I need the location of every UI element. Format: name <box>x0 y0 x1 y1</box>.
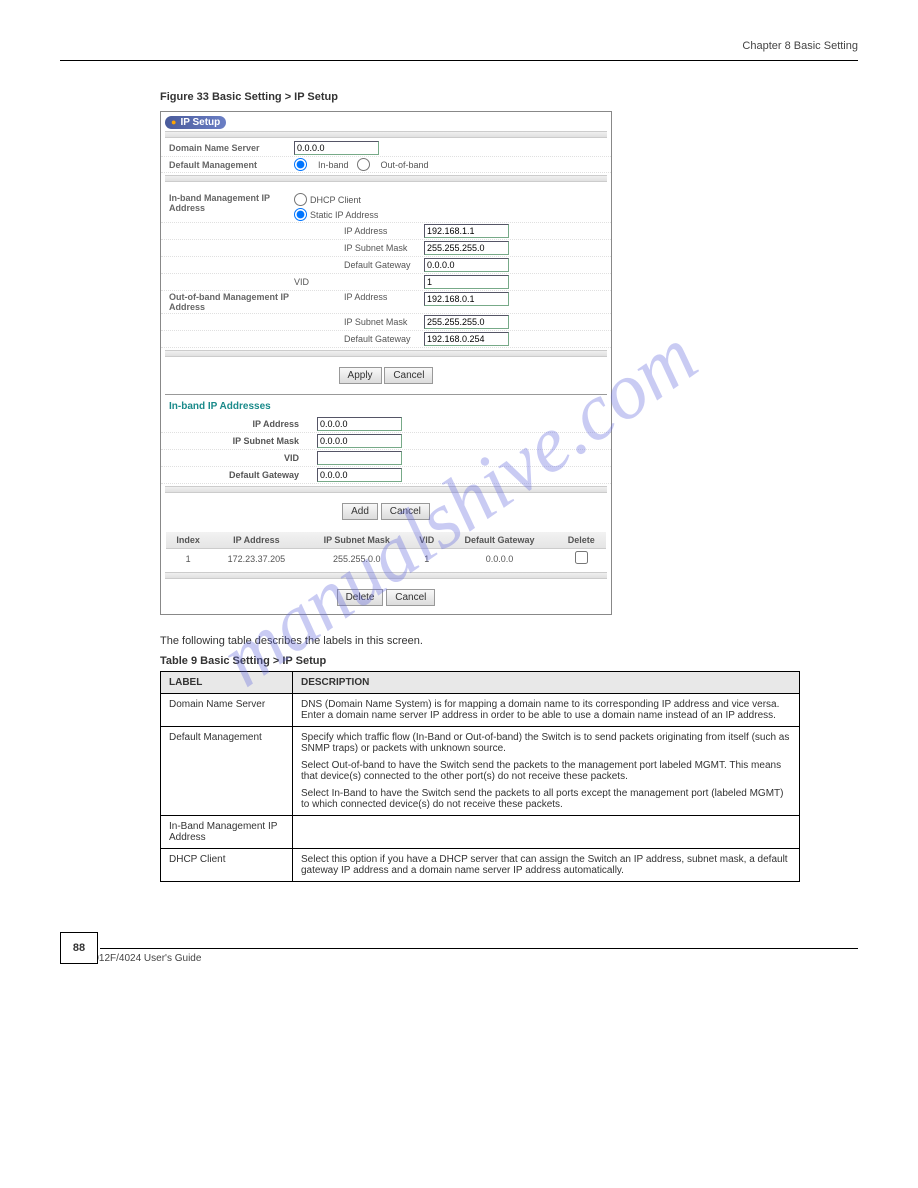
desc-label: In-Band Management IP Address <box>161 816 293 849</box>
desc-label: Domain Name Server <box>161 694 293 727</box>
static-label: Static IP Address <box>310 210 378 220</box>
cell-ip: 172.23.37.205 <box>210 549 302 569</box>
inband-gw-input[interactable] <box>424 258 509 272</box>
section-bar <box>165 486 607 493</box>
cancel-button-3[interactable]: Cancel <box>386 589 435 606</box>
footer-title: GS-4012F/4024 User's Guide <box>70 953 858 964</box>
desc-text: Specify which traffic flow (In-Band or O… <box>293 727 800 816</box>
inband-mask-input[interactable] <box>424 241 509 255</box>
delete-button[interactable]: Delete <box>337 589 384 606</box>
inband-ips-title: In-band IP Addresses <box>161 397 611 416</box>
delete-checkbox[interactable] <box>575 551 588 564</box>
desc-text: DNS (Domain Name System) is for mapping … <box>293 694 800 727</box>
radio-static[interactable] <box>294 208 307 221</box>
gateway-label: Default Gateway <box>294 260 424 270</box>
default-mgmt-label: Default Management <box>169 160 294 170</box>
gw-label-3: Default Gateway <box>169 470 317 480</box>
cell-gw: 0.0.0.0 <box>442 549 556 569</box>
desc-label: DHCP Client <box>161 849 293 882</box>
desc-row: DHCP Client Select this option if you ha… <box>161 849 800 882</box>
outband-mask-input[interactable] <box>424 315 509 329</box>
chapter-header: Chapter 8 Basic Setting <box>60 40 858 61</box>
th-gw: Default Gateway <box>442 532 556 549</box>
th-vid: VID <box>411 532 443 549</box>
add-button[interactable]: Add <box>342 503 378 520</box>
desc-text: Select this option if you have a DHCP se… <box>293 849 800 882</box>
desc-text <box>293 816 800 849</box>
subnet-label: IP Subnet Mask <box>294 243 424 253</box>
cancel-button-2[interactable]: Cancel <box>381 503 430 520</box>
desc-row: In-Band Management IP Address <box>161 816 800 849</box>
desc-p2: Select Out-of-band to have the Switch se… <box>301 760 791 782</box>
panel-title: IP Setup <box>165 116 226 129</box>
figure-caption: Figure 33 Basic Setting > IP Setup <box>160 91 858 103</box>
th-label: LABEL <box>161 672 293 694</box>
page-number: 88 <box>60 932 98 964</box>
section-bar <box>165 175 607 182</box>
cell-mask: 255.255.0.0 <box>303 549 411 569</box>
ip-address-label-2: IP Address <box>294 292 424 302</box>
outband-ip-input[interactable] <box>424 292 509 306</box>
ip-setup-panel: IP Setup Domain Name Server Default Mana… <box>160 111 612 615</box>
vid-label-3: VID <box>169 453 317 463</box>
dhcp-label: DHCP Client <box>310 195 361 205</box>
gw2-input[interactable] <box>317 468 402 482</box>
desc-p3: Select In-Band to have the Switch send t… <box>301 788 791 810</box>
radio-outofband-label: Out-of-band <box>381 160 429 170</box>
subnet-label-2: IP Subnet Mask <box>294 317 424 327</box>
th-mask: IP Subnet Mask <box>303 532 411 549</box>
description-table: LABEL DESCRIPTION Domain Name Server DNS… <box>160 671 800 882</box>
mask2-input[interactable] <box>317 434 402 448</box>
th-delete: Delete <box>556 532 606 549</box>
table-row: 1 172.23.37.205 255.255.0.0 1 0.0.0.0 <box>166 549 606 569</box>
apply-button[interactable]: Apply <box>339 367 382 384</box>
inband-ip-input[interactable] <box>424 224 509 238</box>
th-desc: DESCRIPTION <box>293 672 800 694</box>
table-caption: Table 9 Basic Setting > IP Setup <box>160 655 858 667</box>
dns-label: Domain Name Server <box>169 143 294 153</box>
radio-dhcp[interactable] <box>294 193 307 206</box>
vid-label: VID <box>294 277 424 287</box>
section-bar <box>165 350 607 357</box>
section-bar <box>165 131 607 138</box>
th-ip: IP Address <box>210 532 302 549</box>
vid2-input[interactable] <box>317 451 402 465</box>
ip-label-3: IP Address <box>169 419 317 429</box>
outband-gw-input[interactable] <box>424 332 509 346</box>
section-bar <box>165 572 607 579</box>
cell-index: 1 <box>166 549 210 569</box>
ip-address-label: IP Address <box>294 226 424 236</box>
ip-addresses-table: Index IP Address IP Subnet Mask VID Defa… <box>166 532 606 568</box>
footer-text: The following table describes the labels… <box>160 635 858 647</box>
cancel-button-1[interactable]: Cancel <box>384 367 433 384</box>
dns-input[interactable] <box>294 141 379 155</box>
radio-inband-label: In-band <box>318 160 349 170</box>
desc-row: Default Management Specify which traffic… <box>161 727 800 816</box>
inband-mgmt-label: In-band Management IP Address <box>169 193 294 213</box>
desc-row: Domain Name Server DNS (Domain Name Syst… <box>161 694 800 727</box>
page-footer: 88 GS-4012F/4024 User's Guide <box>60 932 858 976</box>
inband-vid-input[interactable] <box>424 275 509 289</box>
radio-inband[interactable] <box>294 158 307 171</box>
mask-label-3: IP Subnet Mask <box>169 436 317 446</box>
desc-label: Default Management <box>161 727 293 816</box>
desc-p1: Specify which traffic flow (In-Band or O… <box>301 732 791 754</box>
th-index: Index <box>166 532 210 549</box>
outband-mgmt-label: Out-of-band Management IP Address <box>169 292 294 312</box>
radio-outofband[interactable] <box>357 158 370 171</box>
cell-vid: 1 <box>411 549 443 569</box>
ip2-input[interactable] <box>317 417 402 431</box>
gateway-label-2: Default Gateway <box>294 334 424 344</box>
